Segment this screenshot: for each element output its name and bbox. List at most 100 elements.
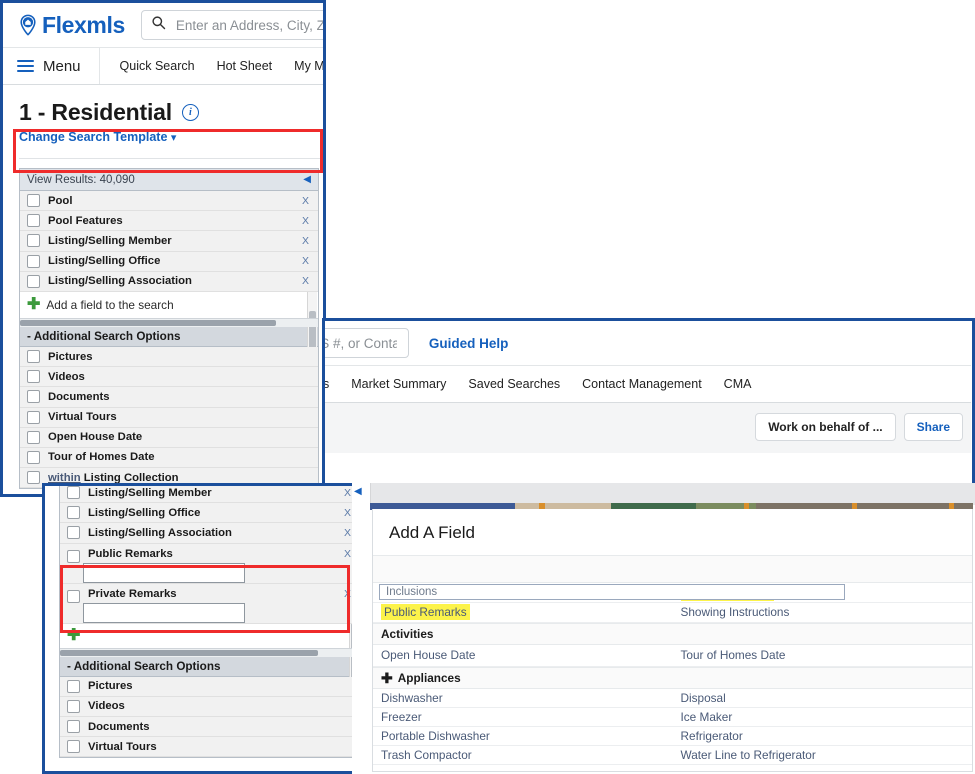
remove-field-icon[interactable]: X (302, 195, 309, 207)
option-row-open-house-date[interactable]: Open House Date (20, 427, 318, 448)
checkbox[interactable] (27, 471, 40, 485)
field-filter-input[interactable]: Inclusions (379, 584, 845, 600)
field-link-portable-dishwasher[interactable]: Portable Dishwasher (381, 729, 490, 743)
option-row-videos[interactable]: Videos (60, 696, 354, 717)
checkbox[interactable] (27, 254, 40, 268)
checkbox[interactable] (27, 274, 40, 288)
change-search-template-link[interactable]: Change Search Template ▾ (19, 130, 323, 144)
option-row-documents[interactable]: Documents (60, 716, 354, 738)
horizontal-scrollbar[interactable] (20, 317, 318, 327)
option-row-tour-of-homes-date[interactable]: Tour of Homes Date (20, 447, 318, 469)
nav-item-saved-searches[interactable]: Saved Searches (468, 377, 560, 391)
remove-field-icon[interactable]: X (302, 275, 309, 287)
section-header-appliances[interactable]: ✚ Appliances (373, 666, 972, 689)
nav-item-quick-search[interactable]: Quick Search (120, 59, 195, 73)
additional-search-options-header[interactable]: - Additional Search Options (60, 656, 354, 677)
option-row-pictures[interactable]: Pictures (20, 346, 318, 368)
nav-item-my-messages[interactable]: My Messages (325, 377, 329, 391)
checkbox[interactable] (67, 720, 80, 734)
field-row-listing-selling-member[interactable]: Listing/Selling Member X (60, 486, 354, 504)
checkbox[interactable] (67, 506, 80, 520)
guided-help-link[interactable]: Guided Help (429, 336, 509, 351)
checkbox[interactable] (27, 390, 40, 404)
field-row-listing-selling-office[interactable]: Listing/Selling Office X (20, 251, 318, 272)
field-row-listing-selling-member[interactable]: Listing/Selling Member X (20, 231, 318, 252)
field-link-public-remarks[interactable]: Public Remarks (381, 604, 470, 621)
section-header-activities[interactable]: Activities (373, 622, 972, 645)
field-link-dishwasher[interactable]: Dishwasher (381, 691, 443, 705)
field-row-pool-features[interactable]: Pool Features X (20, 211, 318, 232)
plus-icon[interactable]: ✚ (381, 671, 393, 685)
field-link-showing-instructions[interactable]: Showing Instructions (681, 605, 790, 619)
work-on-behalf-of-button[interactable]: Work on behalf of ... (755, 413, 896, 441)
field-link-tour-of-homes-date[interactable]: Tour of Homes Date (681, 648, 786, 662)
field-link-disposal[interactable]: Disposal (681, 691, 726, 705)
additional-search-options-header[interactable]: - Additional Search Options (20, 326, 318, 347)
checkbox[interactable] (27, 350, 40, 364)
nav-item-market-summary[interactable]: Market Summary (351, 377, 446, 391)
remove-field-icon[interactable]: X (344, 588, 351, 600)
field-link-ice-maker[interactable]: Ice Maker (681, 710, 733, 724)
checkbox[interactable] (27, 370, 40, 384)
option-row-pictures[interactable]: Pictures (60, 676, 354, 697)
add-field-row[interactable]: ✚ Add a field to the search (20, 291, 318, 318)
within-prefix[interactable]: within (48, 472, 81, 484)
option-row-virtual-tours[interactable]: Virtual Tours (60, 737, 354, 758)
hscroll-thumb[interactable] (20, 319, 277, 326)
checkbox[interactable] (67, 679, 80, 693)
field-link-trash-compactor[interactable]: Trash Compactor (381, 748, 472, 762)
global-search-box[interactable] (140, 10, 323, 40)
checkbox[interactable] (27, 410, 40, 424)
field-row-public-remarks[interactable]: Public Remarks X (60, 543, 354, 584)
checkbox[interactable] (27, 430, 40, 444)
checkbox[interactable] (67, 526, 80, 540)
option-row-virtual-tours[interactable]: Virtual Tours (20, 407, 318, 428)
remove-field-icon[interactable]: X (302, 235, 309, 247)
nav-item-contact-management[interactable]: Contact Management (582, 377, 702, 391)
nav-item-my-messages[interactable]: My Messages (294, 59, 323, 73)
nav-item-hot-sheet[interactable]: Hot Sheet (217, 59, 273, 73)
field-link-open-house-date[interactable]: Open House Date (381, 648, 475, 662)
field-row-listing-selling-office[interactable]: Listing/Selling Office X (60, 503, 354, 524)
collapse-left-icon[interactable]: ◀ (354, 486, 362, 497)
search-input[interactable] (173, 16, 323, 34)
info-icon[interactable]: i (181, 104, 199, 121)
remove-field-icon[interactable]: X (344, 507, 351, 519)
checkbox[interactable] (27, 234, 40, 248)
global-search-box[interactable] (325, 328, 409, 358)
private-remarks-input[interactable] (83, 602, 245, 623)
checkbox[interactable] (67, 699, 80, 713)
checkbox[interactable] (67, 549, 80, 563)
search-input[interactable] (325, 334, 399, 352)
plus-icon[interactable]: ✚ (67, 627, 80, 644)
field-row-listing-selling-association[interactable]: Listing/Selling Association X (20, 271, 318, 292)
checkbox[interactable] (27, 214, 40, 228)
view-results-header[interactable]: View Results: 40,090 ◀ (19, 168, 319, 190)
checkbox[interactable] (27, 450, 40, 464)
flexmls-logo[interactable]: Flexmls (17, 13, 125, 37)
menu-button[interactable]: Menu (3, 48, 100, 84)
checkbox[interactable] (67, 740, 80, 754)
remove-field-icon[interactable]: X (344, 487, 351, 499)
checkbox[interactable] (27, 194, 40, 208)
option-row-videos[interactable]: Videos (20, 367, 318, 388)
collapse-left-icon[interactable]: ◀ (303, 174, 311, 185)
remove-field-icon[interactable]: X (302, 255, 309, 267)
add-field-row[interactable]: ✚ (60, 623, 354, 648)
checkbox[interactable] (67, 486, 80, 500)
field-row-listing-selling-association[interactable]: Listing/Selling Association X (60, 523, 354, 544)
field-link-freezer[interactable]: Freezer (381, 710, 422, 724)
share-button[interactable]: Share (903, 413, 963, 441)
option-row-documents[interactable]: Documents (20, 387, 318, 408)
field-row-private-remarks[interactable]: Private Remarks X (60, 583, 354, 624)
remove-field-icon[interactable]: X (302, 215, 309, 227)
hscroll-thumb[interactable] (60, 649, 318, 656)
remove-field-icon[interactable]: X (344, 548, 351, 560)
nav-item-cma[interactable]: CMA (724, 377, 752, 391)
remove-field-icon[interactable]: X (344, 527, 351, 539)
field-link-water-line-to-refrigerator[interactable]: Water Line to Refrigerator (681, 748, 816, 762)
field-row-pool[interactable]: Pool X (20, 191, 318, 212)
public-remarks-input[interactable] (83, 562, 245, 583)
field-link-refrigerator[interactable]: Refrigerator (681, 729, 743, 743)
checkbox[interactable] (67, 589, 80, 603)
